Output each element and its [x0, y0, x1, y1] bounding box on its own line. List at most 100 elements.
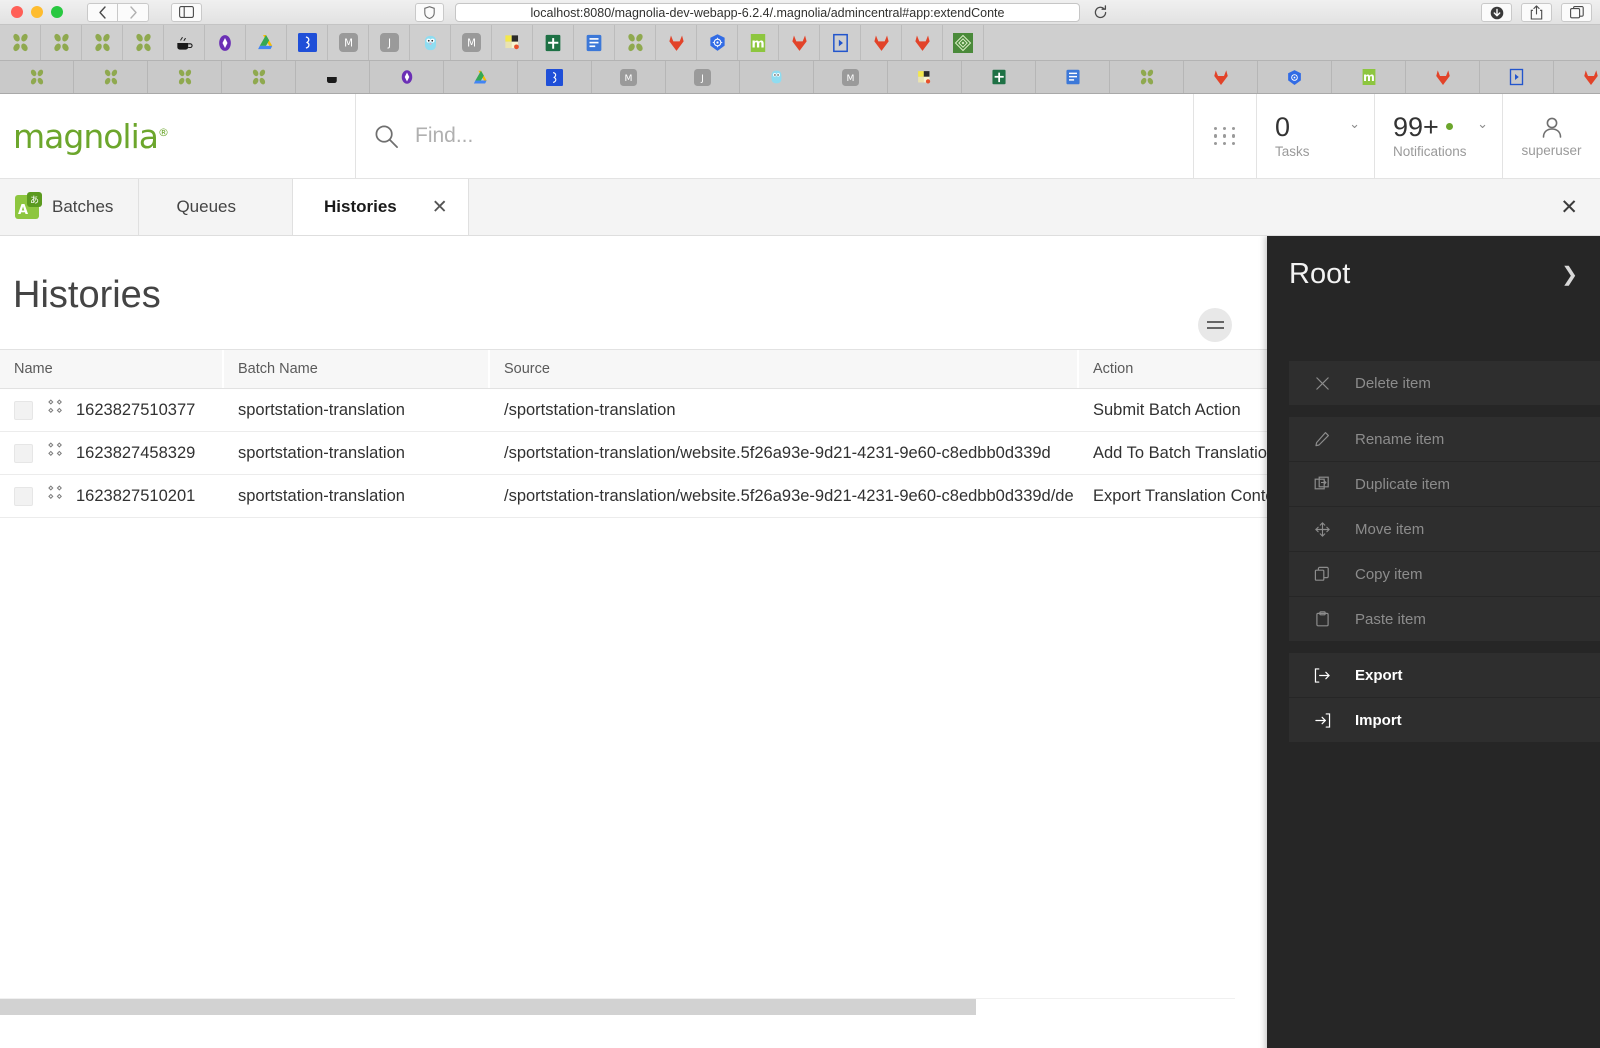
browser-tab-1[interactable] — [0, 61, 74, 93]
tab-queues[interactable]: Queues — [139, 179, 293, 235]
column-header-source[interactable]: Source — [490, 350, 1079, 388]
column-header-batch-name[interactable]: Batch Name — [224, 350, 490, 388]
bookmark-golang[interactable] — [410, 25, 451, 60]
browser-tab-17[interactable] — [1184, 61, 1258, 93]
browser-tab-strip[interactable]: M J M m m Historie... — [0, 61, 1600, 94]
browser-tab-21[interactable] — [1480, 61, 1554, 93]
tasks-indicator[interactable]: 0 Tasks ⌄ — [1256, 94, 1374, 178]
cell-name[interactable]: 1623827510201 — [0, 475, 224, 517]
bookmark-mail-2[interactable]: M — [451, 25, 492, 60]
window-controls[interactable] — [0, 6, 63, 18]
bookmark-gitlab-3[interactable] — [861, 25, 902, 60]
magnolia-logo[interactable]: magnolia® — [0, 94, 356, 178]
search-input[interactable] — [415, 124, 1015, 148]
browser-tab-15[interactable] — [1036, 61, 1110, 93]
action-rename-item[interactable]: Rename item — [1289, 417, 1600, 462]
browser-tab-9[interactable]: M — [592, 61, 666, 93]
app-launcher-button[interactable] — [1194, 94, 1256, 178]
close-icon[interactable]: ✕ — [432, 196, 448, 219]
sidebar-toggle-button[interactable] — [171, 2, 202, 22]
browser-tab-2[interactable] — [74, 61, 148, 93]
browser-tab-13[interactable] — [888, 61, 962, 93]
bookmark-magnolia-3[interactable] — [82, 25, 123, 60]
toolbar-right-buttons[interactable] — [1481, 3, 1592, 22]
maximize-window-button[interactable] — [51, 6, 63, 18]
row-checkbox[interactable] — [14, 486, 33, 506]
bookmark-magnolia-1[interactable] — [0, 25, 41, 60]
bookmark-magnolia-4[interactable] — [123, 25, 164, 60]
bookmark-docs[interactable] — [574, 25, 615, 60]
bookmark-excel[interactable] — [533, 25, 574, 60]
browser-tab-14[interactable] — [962, 61, 1036, 93]
browser-tab-11[interactable] — [740, 61, 814, 93]
bookmark-google-drive[interactable] — [246, 25, 287, 60]
tab-histories[interactable]: Histories ✕ — [292, 179, 469, 235]
action-paste-item[interactable]: Paste item — [1289, 597, 1600, 642]
bookmarks-bar[interactable]: M J M m — [0, 25, 1600, 61]
share-button[interactable] — [1521, 3, 1552, 22]
scrollbar-thumb[interactable] — [0, 999, 976, 1015]
browser-tab-8[interactable] — [518, 61, 592, 93]
forward-button[interactable] — [118, 2, 149, 22]
address-bar[interactable]: localhost:8080/magnolia-dev-webapp-6.2.4… — [455, 3, 1080, 22]
action-delete-item[interactable]: Delete item — [1289, 361, 1600, 406]
navigation-buttons[interactable] — [87, 2, 149, 22]
row-checkbox[interactable] — [14, 400, 33, 420]
reload-button[interactable] — [1090, 2, 1110, 22]
bookmark-pattern[interactable] — [943, 25, 984, 60]
view-options-button[interactable] — [1198, 308, 1232, 342]
browser-tab-10[interactable]: J — [666, 61, 740, 93]
bookmark-magnolia-5[interactable] — [615, 25, 656, 60]
bookmark-gitlab-1[interactable] — [656, 25, 697, 60]
bookmark-magnolia-2[interactable] — [41, 25, 82, 60]
action-copy-item[interactable]: Copy item — [1289, 552, 1600, 597]
privacy-report-button[interactable] — [415, 3, 444, 22]
browser-tab-5[interactable] — [296, 61, 370, 93]
action-export[interactable]: Export — [1289, 653, 1600, 698]
bookmark-gitlab-4[interactable] — [902, 25, 943, 60]
browser-tab-4[interactable] — [222, 61, 296, 93]
column-header-name[interactable]: Name — [0, 350, 224, 388]
chevron-down-icon[interactable]: ⌄ — [1349, 116, 1360, 132]
bookmark-colors[interactable] — [492, 25, 533, 60]
browser-tab-3[interactable] — [148, 61, 222, 93]
bookmark-kubernetes[interactable] — [697, 25, 738, 60]
browser-tab-18[interactable] — [1258, 61, 1332, 93]
bookmark-sonatype[interactable] — [205, 25, 246, 60]
notifications-indicator[interactable]: 99+ Notifications ⌄ — [1374, 94, 1502, 178]
browser-tab-12[interactable]: M — [814, 61, 888, 93]
close-app-button[interactable]: ✕ — [1560, 179, 1578, 235]
minimize-window-button[interactable] — [31, 6, 43, 18]
browser-tab-7[interactable] — [444, 61, 518, 93]
bookmark-gitlab-2[interactable] — [779, 25, 820, 60]
browser-tab-16[interactable] — [1110, 61, 1184, 93]
cell-name[interactable]: 1623827510377 — [0, 389, 224, 431]
chevron-right-icon[interactable]: ❯ — [1561, 262, 1578, 287]
browser-tab-19[interactable]: m — [1332, 61, 1406, 93]
back-button[interactable] — [87, 2, 118, 22]
bookmark-mail-1[interactable]: M — [328, 25, 369, 60]
downloads-button[interactable] — [1481, 3, 1512, 22]
tab-batches[interactable]: あ Batches — [0, 179, 140, 235]
bookmark-jira[interactable]: J — [369, 25, 410, 60]
chevron-down-icon[interactable]: ⌄ — [1477, 116, 1488, 132]
user-menu[interactable]: superuser — [1502, 94, 1600, 178]
horizontal-scrollbar[interactable] — [0, 998, 1235, 1015]
bookmark-player[interactable] — [820, 25, 861, 60]
bookmark-magnolia-m[interactable]: m — [738, 25, 779, 60]
action-import[interactable]: Import — [1289, 698, 1600, 743]
browser-tab-6[interactable] — [370, 61, 444, 93]
action-panel-header[interactable]: Root ❯ — [1267, 236, 1600, 291]
tab-overview-button[interactable] — [1561, 3, 1592, 22]
bookmark-java[interactable] — [164, 25, 205, 60]
bookmark-jfrog[interactable] — [287, 25, 328, 60]
action-move-item[interactable]: Move item — [1289, 507, 1600, 552]
close-window-button[interactable] — [11, 6, 23, 18]
browser-tab-20[interactable] — [1406, 61, 1480, 93]
app-tab-bar[interactable]: あ Batches Queues Histories ✕ ✕ — [0, 179, 1600, 236]
cell-name[interactable]: 1623827458329 — [0, 432, 224, 474]
row-checkbox[interactable] — [14, 443, 33, 463]
global-search[interactable] — [356, 94, 1194, 178]
browser-tab-22[interactable] — [1554, 61, 1600, 93]
action-duplicate-item[interactable]: Duplicate item — [1289, 462, 1600, 507]
